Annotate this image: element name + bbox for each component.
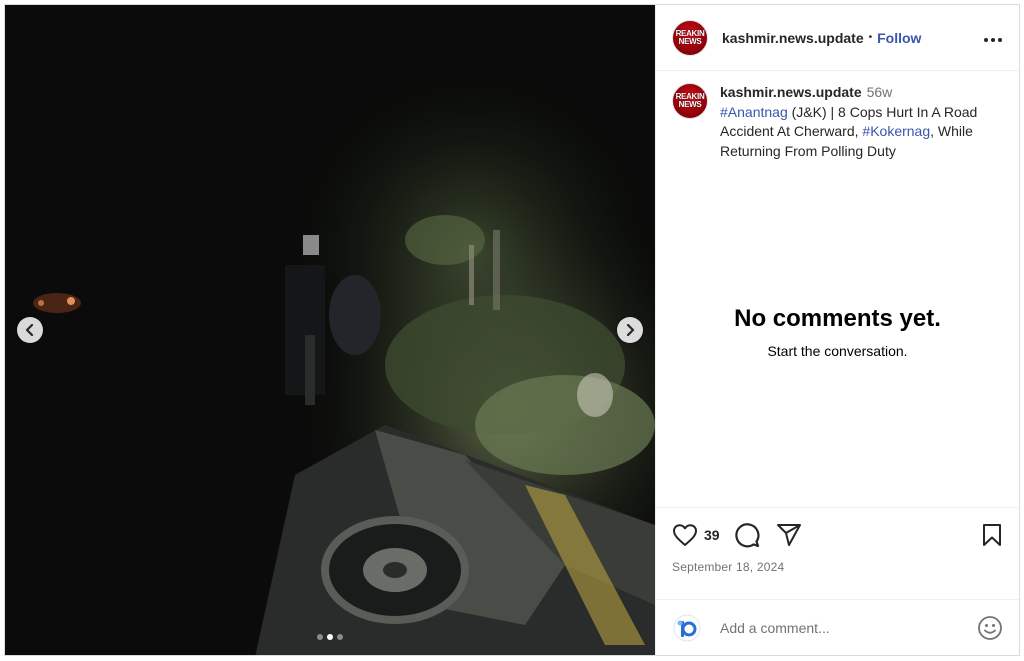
empty-comments-subtitle: Start the conversation. bbox=[767, 343, 908, 359]
avatar-text-bottom: NEWS bbox=[678, 100, 702, 109]
share-button[interactable] bbox=[776, 523, 802, 547]
separator-dot: • bbox=[868, 32, 873, 43]
avatar-text-bottom: NEWS bbox=[678, 36, 702, 46]
post-age[interactable]: 56w bbox=[867, 84, 893, 100]
video-frame bbox=[5, 5, 655, 655]
share-icon bbox=[776, 524, 801, 546]
hashtag-link[interactable]: #Anantnag bbox=[720, 104, 788, 120]
username-link[interactable]: kashmir.news.update bbox=[722, 30, 864, 46]
chevron-right-icon bbox=[626, 324, 635, 336]
empty-comments: No comments yet. Start the conversation. bbox=[656, 305, 1019, 359]
post-media[interactable] bbox=[5, 5, 655, 655]
carousel-dot-active bbox=[327, 634, 333, 640]
carousel-dot bbox=[337, 634, 343, 640]
carousel-indicator bbox=[5, 634, 655, 640]
post-header: REAKIN NEWS kashmir.news.update • Follow bbox=[656, 5, 1019, 71]
like-button[interactable] bbox=[672, 523, 698, 547]
caption-body: kashmir.news.update 56w #Anantnag (J&K) |… bbox=[720, 83, 1000, 161]
chevron-left-icon bbox=[25, 324, 34, 336]
avatar[interactable]: REAKIN NEWS bbox=[672, 19, 708, 56]
follow-button[interactable]: Follow bbox=[877, 30, 921, 46]
caption: REAKIN NEWS kashmir.news.update 56w #Anan… bbox=[656, 71, 1019, 161]
comment-button[interactable] bbox=[734, 522, 760, 548]
action-bar: 39 September 18, 2024 bbox=[656, 507, 1019, 574]
comment-input[interactable] bbox=[718, 618, 942, 637]
save-button[interactable] bbox=[981, 523, 1003, 547]
carousel-dot bbox=[317, 634, 323, 640]
caption-username[interactable]: kashmir.news.update bbox=[720, 84, 862, 100]
comment-icon bbox=[734, 523, 760, 548]
more-options-button[interactable] bbox=[983, 26, 1003, 49]
post-date[interactable]: September 18, 2024 bbox=[672, 560, 1003, 574]
previous-slide-button[interactable] bbox=[17, 317, 43, 343]
heart-icon bbox=[673, 524, 697, 546]
emoji-button[interactable] bbox=[977, 615, 1003, 641]
empty-comments-title: No comments yet. bbox=[734, 305, 941, 332]
smiley-icon bbox=[978, 615, 1002, 640]
comment-composer bbox=[656, 599, 1019, 655]
like-count[interactable]: 39 bbox=[704, 527, 720, 543]
caption-avatar[interactable]: REAKIN NEWS bbox=[672, 83, 708, 119]
post-container: REAKIN NEWS kashmir.news.update • Follow… bbox=[4, 4, 1020, 656]
next-slide-button[interactable] bbox=[617, 317, 643, 343]
current-user-avatar bbox=[672, 612, 702, 643]
bookmark-icon bbox=[983, 524, 1001, 546]
current-user-avatar-icon bbox=[673, 614, 701, 641]
hashtag-link[interactable]: #Kokernag bbox=[862, 123, 930, 139]
action-row: 39 bbox=[672, 522, 1003, 548]
post-side-panel: REAKIN NEWS kashmir.news.update • Follow… bbox=[655, 5, 1019, 655]
more-horizontal-icon bbox=[984, 38, 1002, 42]
